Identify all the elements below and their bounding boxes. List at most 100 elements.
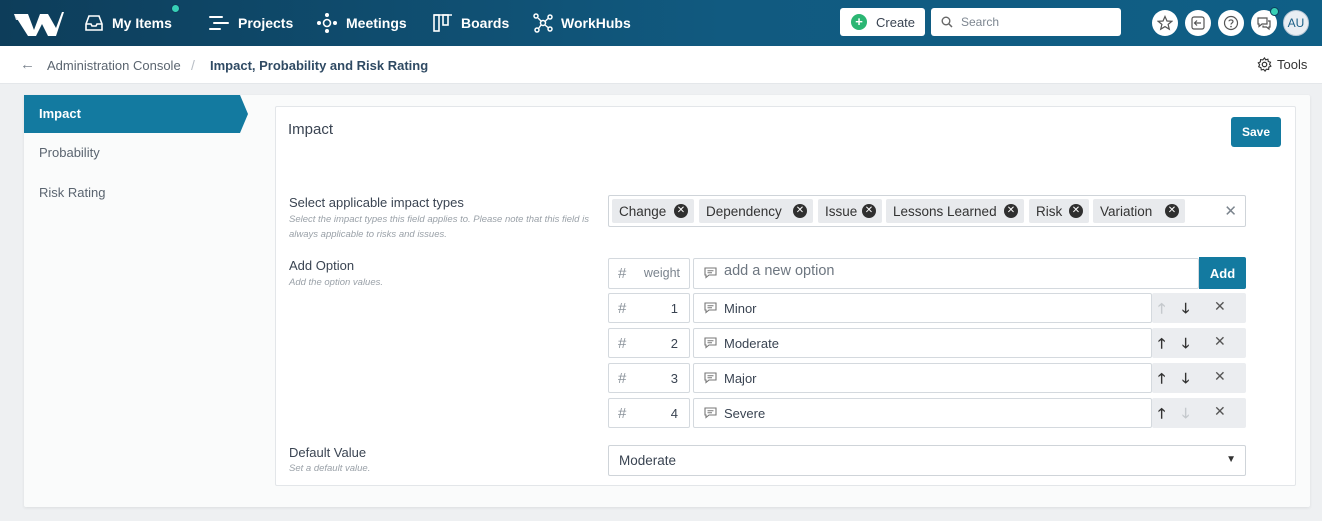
delete-icon[interactable]: ✕ <box>1214 298 1226 315</box>
main-content: Impact Probability Risk Rating Impact Sa… <box>24 95 1310 507</box>
move-up-icon[interactable]: 🡑 <box>1158 333 1165 357</box>
notification-dot <box>171 4 180 13</box>
sidebar-item-impact[interactable]: Impact <box>24 95 248 133</box>
back-arrow-icon[interactable]: ← <box>20 56 35 73</box>
move-up-icon: 🡑 <box>1158 300 1166 316</box>
star-icon <box>1157 15 1173 31</box>
remove-tag-icon[interactable]: ✕ <box>674 204 688 218</box>
new-option-input[interactable] <box>724 263 1184 279</box>
nav-my-items[interactable]: My Items <box>84 0 172 46</box>
hash-icon: # <box>618 405 627 422</box>
projects-icon <box>209 16 229 30</box>
meetings-icon <box>317 13 337 33</box>
nav-meetings[interactable]: Meetings <box>316 0 407 46</box>
inbox-icon <box>85 15 103 31</box>
exit-button[interactable] <box>1185 10 1211 36</box>
move-down-icon[interactable]: 🡓 <box>1182 368 1189 392</box>
option-label-field[interactable]: Minor <box>693 293 1152 323</box>
sidebar-item-label: Impact <box>39 106 81 121</box>
hash-icon: # <box>618 335 627 352</box>
search-icon <box>941 16 953 28</box>
option-label: Moderate <box>724 336 779 351</box>
nav-label: WorkHubs <box>561 15 631 31</box>
app-logo[interactable] <box>12 8 64 38</box>
option-label-field[interactable]: Major <box>693 363 1152 393</box>
create-button[interactable]: + Create <box>840 8 925 36</box>
tag-risk: Risk ✕ <box>1029 199 1089 223</box>
help-icon <box>1223 15 1239 31</box>
default-value-selected: Moderate <box>619 453 677 468</box>
comment-icon <box>704 302 717 314</box>
add-option-help: Add the option values. <box>289 277 384 288</box>
delete-icon[interactable]: ✕ <box>1214 403 1226 420</box>
tools-button[interactable]: Tools <box>1257 57 1307 72</box>
help-button[interactable] <box>1218 10 1244 36</box>
remove-tag-icon[interactable]: ✕ <box>1069 204 1083 218</box>
add-option-label: Add Option <box>289 258 355 273</box>
remove-tag-icon[interactable]: ✕ <box>1165 204 1179 218</box>
breadcrumb-separator: / <box>191 57 195 73</box>
delete-icon[interactable]: ✕ <box>1214 333 1226 350</box>
move-up-icon[interactable]: 🡑 <box>1158 368 1165 392</box>
create-label: Create <box>876 14 916 30</box>
option-label-field[interactable]: Severe <box>693 398 1152 428</box>
option-label: Severe <box>724 406 766 421</box>
remove-tag-icon[interactable]: ✕ <box>1004 204 1018 218</box>
add-option-button[interactable]: Add <box>1199 257 1246 289</box>
breadcrumb: ← Administration Console / Impact, Proba… <box>0 46 1322 84</box>
option-label: Minor <box>724 301 757 316</box>
nav-label: My Items <box>112 15 172 31</box>
default-value-select[interactable]: Moderate ▼ <box>608 445 1246 476</box>
option-controls: 🡑 🡓 ✕ <box>1152 328 1246 358</box>
clear-all-icon[interactable]: ✕ <box>1224 202 1237 220</box>
option-label: Major <box>724 371 757 386</box>
tag-issue: Issue ✕ <box>818 199 882 223</box>
sidebar-item-label: Probability <box>39 145 100 160</box>
top-navigation-bar: My Items Projects Meetings Boards WorkHu… <box>0 0 1322 46</box>
comment-icon <box>704 372 717 384</box>
option-label-field[interactable]: Moderate <box>693 328 1152 358</box>
new-option-field[interactable] <box>693 258 1199 289</box>
impact-types-label: Select applicable impact types <box>289 195 464 210</box>
nav-workhubs[interactable]: WorkHubs <box>533 0 631 46</box>
sidebar-item-risk-rating[interactable]: Risk Rating <box>24 174 240 212</box>
move-down-icon[interactable]: 🡓 <box>1182 333 1189 357</box>
save-button[interactable]: Save <box>1231 117 1281 147</box>
delete-icon[interactable]: ✕ <box>1214 368 1226 385</box>
impact-panel: Impact Save Select applicable impact typ… <box>275 106 1296 486</box>
search-box[interactable] <box>931 8 1121 36</box>
option-weight[interactable]: # 3 <box>608 363 690 393</box>
tag-lessons-learned: Lessons Learned ✕ <box>886 199 1024 223</box>
tag-label: Issue <box>825 203 858 219</box>
weight-value: 1 <box>670 301 678 316</box>
impact-types-multiselect[interactable]: Change ✕ Dependency ✕ Issue ✕ Lessons Le… <box>608 195 1246 227</box>
option-weight[interactable]: # 4 <box>608 398 690 428</box>
hash-icon: # <box>618 300 627 317</box>
avatar[interactable]: AU <box>1283 10 1309 36</box>
chevron-down-icon: ▼ <box>1226 454 1236 465</box>
tag-label: Variation <box>1100 203 1153 219</box>
breadcrumb-parent[interactable]: Administration Console <box>47 58 181 73</box>
remove-tag-icon[interactable]: ✕ <box>862 204 876 218</box>
tag-label: Dependency <box>706 203 782 219</box>
comment-icon <box>704 407 717 419</box>
search-input[interactable] <box>961 15 1111 29</box>
weight-input[interactable]: # weight <box>608 258 690 289</box>
nav-label: Boards <box>461 15 510 31</box>
option-weight[interactable]: # 1 <box>608 293 690 323</box>
move-down-icon[interactable]: 🡓 <box>1182 298 1189 322</box>
nav-projects[interactable]: Projects <box>208 0 293 46</box>
remove-tag-icon[interactable]: ✕ <box>793 204 807 218</box>
favorites-button[interactable] <box>1152 10 1178 36</box>
option-weight[interactable]: # 2 <box>608 328 690 358</box>
sidebar-item-probability[interactable]: Probability <box>24 134 240 172</box>
weight-value: 4 <box>670 406 678 421</box>
nav-boards[interactable]: Boards <box>433 0 509 46</box>
workhubs-icon <box>533 13 553 33</box>
default-value-help: Set a default value. <box>289 463 371 474</box>
move-up-icon[interactable]: 🡑 <box>1158 403 1165 427</box>
impact-types-help: Select the impact types this field appli… <box>289 214 589 240</box>
plus-icon: + <box>851 14 867 30</box>
tag-label: Risk <box>1036 203 1063 219</box>
tag-dependency: Dependency ✕ <box>699 199 813 223</box>
